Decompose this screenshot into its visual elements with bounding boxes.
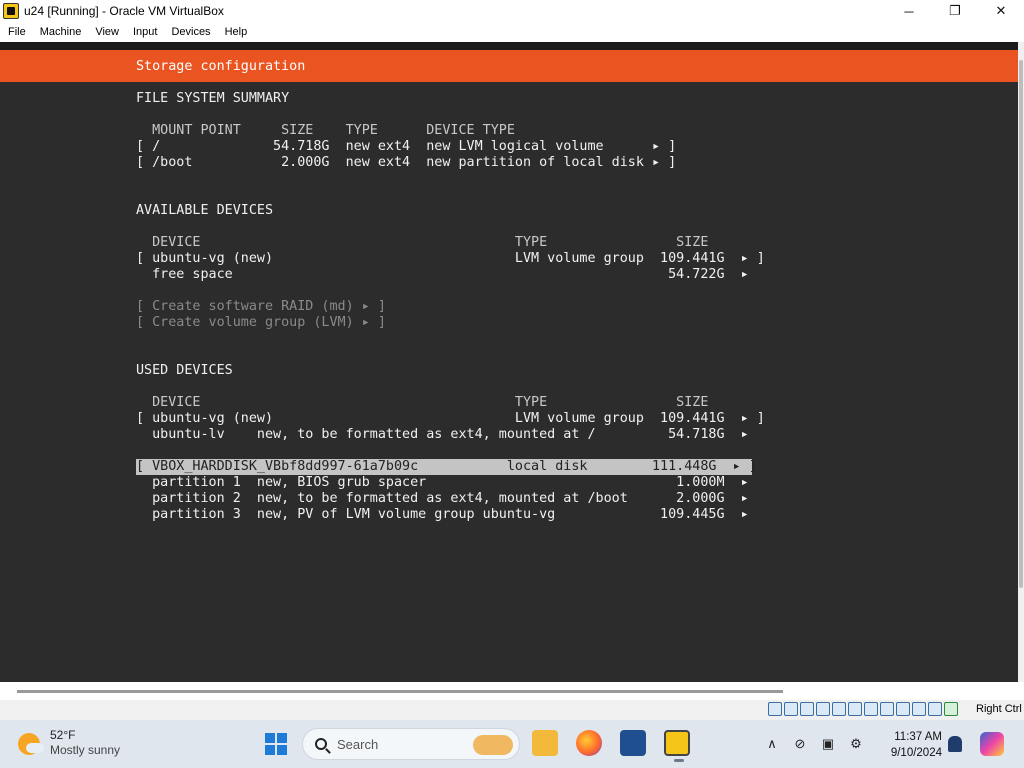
weather-widget[interactable]: 52°F Mostly sunny: [18, 728, 120, 758]
search-icon: [315, 738, 327, 750]
recording-icon[interactable]: [880, 702, 894, 716]
minimize-button[interactable]: ─: [886, 0, 932, 22]
taskbar-search[interactable]: Search: [302, 728, 520, 760]
copilot-icon[interactable]: [980, 732, 1004, 756]
weather-condition: Mostly sunny: [50, 743, 121, 757]
clock-date: 9/10/2024: [890, 747, 942, 759]
menu-view[interactable]: View: [88, 26, 126, 38]
menu-file[interactable]: File: [0, 26, 33, 38]
taskbar: 52°F Mostly sunny Search ∧ ⊘ ▣ ⚙ 11:37 A…: [0, 720, 1024, 768]
used-devices-heading: USED DEVICES: [136, 363, 233, 378]
window-controls: ─ ❐ ✕: [886, 0, 1024, 22]
vertical-scrollbar-thumb[interactable]: [1019, 60, 1023, 588]
vm-display[interactable]: Storage configuration FILE SYSTEM SUMMAR…: [0, 42, 1018, 682]
horizontal-scrollbar-thumb[interactable]: [17, 690, 783, 693]
status-indicators: [768, 702, 958, 716]
optical-drive-icon[interactable]: [784, 702, 798, 716]
device-icon[interactable]: ▣: [814, 736, 842, 752]
notification-bell-icon[interactable]: [948, 736, 962, 752]
clock[interactable]: 11:37 AM 9/10/2024: [880, 729, 942, 761]
usb-icon[interactable]: [832, 702, 846, 716]
system-tray: ∧ ⊘ ▣ ⚙: [758, 720, 870, 768]
clock-time: 11:37 AM: [894, 731, 942, 743]
running-vm-icon[interactable]: [664, 730, 690, 762]
horizontal-scrollbar[interactable]: [0, 682, 1024, 700]
available-devices-heading: AVAILABLE DEVICES: [136, 203, 274, 218]
mouse-integration-icon[interactable]: [928, 702, 942, 716]
used-row-ubuntu-vg[interactable]: [ ubuntu-vg (new) LVM volume group 109.4…: [136, 411, 765, 427]
weather-sun-icon: [18, 733, 44, 755]
network-offline-icon[interactable]: ⊘: [786, 736, 814, 752]
window-title: u24 [Running] - Oracle VM VirtualBox: [24, 4, 224, 18]
installer-console: Storage configuration FILE SYSTEM SUMMAR…: [0, 42, 1018, 682]
fs-summary-row-root[interactable]: [ / 54.718G new ext4 new LVM logical vol…: [136, 139, 676, 155]
firefox-icon[interactable]: [576, 730, 602, 756]
audio-icon[interactable]: [800, 702, 814, 716]
keyboard-capture-icon[interactable]: [944, 702, 958, 716]
settings-tray-icon[interactable]: ⚙: [842, 736, 870, 752]
menu-devices[interactable]: Devices: [164, 26, 217, 38]
file-explorer-icon[interactable]: [532, 730, 558, 756]
vm-monitor-icon[interactable]: [896, 702, 910, 716]
vm-status-bar: Right Ctrl: [0, 700, 1024, 720]
windows-logo-icon: [265, 733, 275, 743]
available-row-free-space[interactable]: free space 54.722G ▸: [136, 267, 749, 283]
virtualbox-icon[interactable]: [620, 730, 646, 756]
partition-row-2[interactable]: partition 2 new, to be formatted as ext4…: [136, 491, 749, 507]
create-raid-button[interactable]: [ Create software RAID (md) ▸ ]: [136, 299, 386, 315]
create-volume-group-button[interactable]: [ Create volume group (LVM) ▸ ]: [136, 315, 386, 331]
fs-summary-heading: FILE SYSTEM SUMMARY: [136, 91, 290, 106]
available-devices-columns: DEVICE TYPE SIZE: [136, 235, 709, 250]
shared-folders-icon[interactable]: [848, 702, 862, 716]
menu-machine[interactable]: Machine: [33, 26, 89, 38]
menu-help[interactable]: Help: [218, 26, 255, 38]
search-highlight-icon: [473, 735, 513, 755]
title-bar: u24 [Running] - Oracle VM VirtualBox ─ ❐…: [0, 0, 1024, 22]
available-row-ubuntu-vg[interactable]: [ ubuntu-vg (new) LVM volume group 109.4…: [136, 251, 765, 267]
hard-disk-icon[interactable]: [768, 702, 782, 716]
virtualbox-vm-icon: [3, 3, 19, 19]
cpu-icon[interactable]: [912, 702, 926, 716]
fs-summary-columns: MOUNT POINT SIZE TYPE DEVICE TYPE: [136, 123, 515, 138]
close-button[interactable]: ✕: [978, 0, 1024, 22]
used-row-ubuntu-lv[interactable]: ubuntu-lv new, to be formatted as ext4, …: [136, 427, 749, 443]
menu-input[interactable]: Input: [126, 26, 164, 38]
menu-bar: File Machine View Input Devices Help: [0, 22, 1024, 42]
selected-disk-label: [ VBOX_HARDDISK_VBbf8dd997-61a7b09c loca…: [136, 459, 757, 474]
weather-temp: 52°F: [50, 728, 76, 742]
vertical-scrollbar[interactable]: [1018, 42, 1024, 682]
fs-summary-row-boot[interactable]: [ /boot 2.000G new ext4 new partition of…: [136, 155, 676, 171]
installer-title: Storage configuration: [136, 59, 306, 74]
start-button[interactable]: [265, 733, 287, 755]
used-devices-columns: DEVICE TYPE SIZE: [136, 395, 709, 410]
partition-row-3[interactable]: partition 3 new, PV of LVM volume group …: [136, 507, 749, 523]
network-icon[interactable]: [816, 702, 830, 716]
selected-disk-row[interactable]: [ VBOX_HARDDISK_VBbf8dd997-61a7b09c loca…: [136, 459, 757, 475]
host-key-label: Right Ctrl: [976, 703, 1022, 715]
maximize-button[interactable]: ❐: [932, 0, 978, 22]
tray-overflow-chevron-icon[interactable]: ∧: [758, 736, 786, 752]
partition-row-1[interactable]: partition 1 new, BIOS grub spacer 1.000M…: [136, 475, 749, 491]
search-placeholder: Search: [337, 736, 379, 752]
display-icon[interactable]: [864, 702, 878, 716]
